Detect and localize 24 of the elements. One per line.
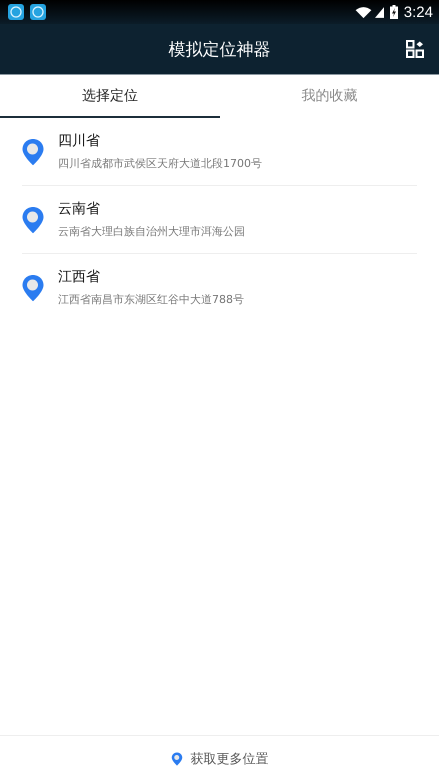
map-pin-icon xyxy=(21,206,45,234)
location-item[interactable]: 江西省 江西省南昌市东湖区红谷中大道788号 xyxy=(22,254,417,321)
signal-icon xyxy=(374,6,384,18)
app-notification-icon xyxy=(8,4,24,20)
map-pin-icon xyxy=(170,752,182,766)
map-pin-icon xyxy=(21,274,45,302)
get-more-button[interactable]: 获取更多位置 xyxy=(0,735,439,782)
tab[interactable]: 我的收藏 xyxy=(220,75,439,118)
app-title: 模拟定位神器 xyxy=(168,38,270,60)
grid-add-icon[interactable] xyxy=(406,40,424,58)
wifi-icon xyxy=(354,6,372,18)
map-pin-icon xyxy=(21,138,45,166)
location-name: 四川省 xyxy=(58,132,101,150)
location-item[interactable]: 云南省 云南省大理白族自治州大理市洱海公园 xyxy=(22,186,417,254)
location-name: 江西省 xyxy=(58,268,101,286)
battery-charging-icon xyxy=(390,5,398,19)
app-notification-icon xyxy=(30,4,46,20)
location-address: 江西省南昌市东湖区红谷中大道788号 xyxy=(58,292,244,307)
location-item[interactable]: 四川省 四川省成都市武侯区天府大道北段1700号 xyxy=(22,118,417,186)
location-address: 云南省大理白族自治州大理市洱海公园 xyxy=(58,224,245,239)
status-time: 3:24 xyxy=(404,4,433,20)
location-name: 云南省 xyxy=(58,200,101,218)
location-address: 四川省成都市武侯区天府大道北段1700号 xyxy=(58,156,262,171)
tab[interactable]: 选择定位 xyxy=(0,75,220,118)
